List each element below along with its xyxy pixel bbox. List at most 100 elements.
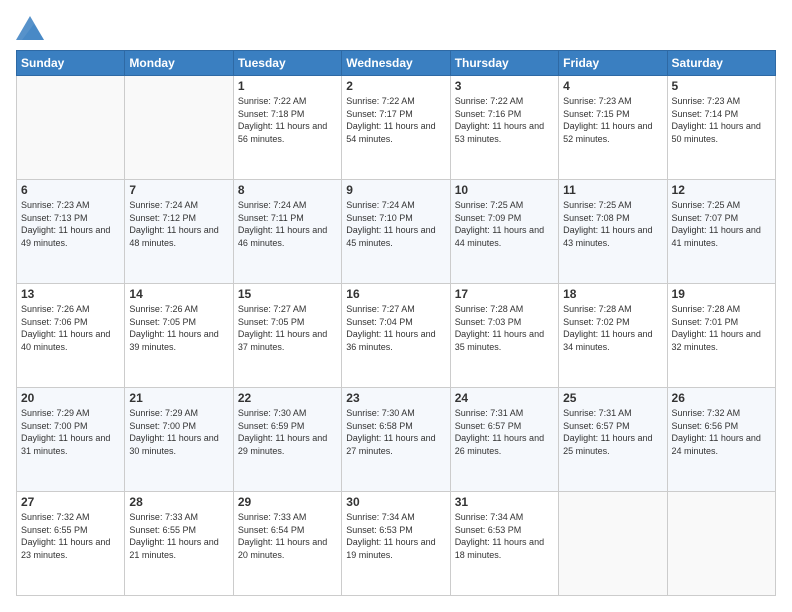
calendar-cell: 26 Sunrise: 7:32 AMSunset: 6:56 PMDayligh… [667,388,775,492]
calendar-cell: 23Sunrise: 7:30 AMSunset: 6:58 PMDayligh… [342,388,450,492]
calendar-week-row: 13 Sunrise: 7:26 AMSunset: 7:06 PMDayligh… [17,284,776,388]
calendar-cell: 29 Sunrise: 7:33 AMSunset: 6:54 PMDayligh… [233,492,341,596]
calendar-cell: 28Sunrise: 7:33 AMSunset: 6:55 PMDayligh… [125,492,233,596]
day-info: Sunrise: 7:30 AMSunset: 6:59 PMDaylight:… [238,407,337,457]
day-info: Sunrise: 7:27 AMSunset: 7:05 PMDaylight:… [238,303,337,353]
calendar-table: SundayMondayTuesdayWednesdayThursdayFrid… [16,50,776,596]
day-info: Sunrise: 7:24 AMSunset: 7:11 PMDaylight:… [238,199,337,249]
day-info: Sunrise: 7:24 AMSunset: 7:10 PMDaylight:… [346,199,445,249]
calendar-cell: 11 Sunrise: 7:25 AMSunset: 7:08 PMDayligh… [559,180,667,284]
day-info: Sunrise: 7:28 AMSunset: 7:03 PMDaylight:… [455,303,554,353]
calendar-cell: 5Sunrise: 7:23 AMSunset: 7:14 PMDaylight… [667,76,775,180]
day-number: 18 [563,287,662,301]
calendar-cell: 9 Sunrise: 7:24 AMSunset: 7:10 PMDaylight… [342,180,450,284]
day-number: 23 [346,391,445,405]
day-number: 29 [238,495,337,509]
day-info: Sunrise: 7:34 AMSunset: 6:53 PMDaylight:… [346,511,445,561]
day-info: Sunrise: 7:23 AMSunset: 7:15 PMDaylight:… [563,95,662,145]
weekday-header-sunday: Sunday [17,51,125,76]
day-info: Sunrise: 7:28 AMSunset: 7:02 PMDaylight:… [563,303,662,353]
day-info: Sunrise: 7:27 AMSunset: 7:04 PMDaylight:… [346,303,445,353]
day-number: 5 [672,79,771,93]
day-info: Sunrise: 7:26 AMSunset: 7:06 PMDaylight:… [21,303,120,353]
day-number: 21 [129,391,228,405]
day-number: 13 [21,287,120,301]
logo-icon [16,16,44,40]
day-info: Sunrise: 7:25 AMSunset: 7:09 PMDaylight:… [455,199,554,249]
calendar-cell: 13 Sunrise: 7:26 AMSunset: 7:06 PMDayligh… [17,284,125,388]
day-info: Sunrise: 7:25 AMSunset: 7:08 PMDaylight:… [563,199,662,249]
calendar-cell: 21Sunrise: 7:29 AMSunset: 7:00 PMDayligh… [125,388,233,492]
day-number: 12 [672,183,771,197]
day-number: 1 [238,79,337,93]
calendar-cell: 25Sunrise: 7:31 AMSunset: 6:57 PMDayligh… [559,388,667,492]
day-number: 19 [672,287,771,301]
day-number: 11 [563,183,662,197]
calendar-cell: 22 Sunrise: 7:30 AMSunset: 6:59 PMDayligh… [233,388,341,492]
calendar-cell [667,492,775,596]
day-number: 26 [672,391,771,405]
day-number: 16 [346,287,445,301]
day-number: 2 [346,79,445,93]
day-number: 8 [238,183,337,197]
day-number: 6 [21,183,120,197]
day-info: Sunrise: 7:28 AMSunset: 7:01 PMDaylight:… [672,303,771,353]
day-number: 9 [346,183,445,197]
calendar-cell: 30Sunrise: 7:34 AMSunset: 6:53 PMDayligh… [342,492,450,596]
day-number: 25 [563,391,662,405]
day-info: Sunrise: 7:34 AMSunset: 6:53 PMDaylight:… [455,511,554,561]
day-info: Sunrise: 7:33 AMSunset: 6:54 PMDaylight:… [238,511,337,561]
day-number: 22 [238,391,337,405]
logo [16,16,48,40]
day-info: Sunrise: 7:22 AMSunset: 7:16 PMDaylight:… [455,95,554,145]
day-number: 17 [455,287,554,301]
calendar-cell: 12 Sunrise: 7:25 AMSunset: 7:07 PMDayligh… [667,180,775,284]
calendar-cell: 2 Sunrise: 7:22 AMSunset: 7:17 PMDaylight… [342,76,450,180]
weekday-header-friday: Friday [559,51,667,76]
calendar-cell: 24Sunrise: 7:31 AMSunset: 6:57 PMDayligh… [450,388,558,492]
day-info: Sunrise: 7:24 AMSunset: 7:12 PMDaylight:… [129,199,228,249]
calendar-week-row: 1 Sunrise: 7:22 AMSunset: 7:18 PMDaylight… [17,76,776,180]
day-info: Sunrise: 7:22 AMSunset: 7:17 PMDaylight:… [346,95,445,145]
calendar-cell: 20 Sunrise: 7:29 AMSunset: 7:00 PMDayligh… [17,388,125,492]
weekday-header-saturday: Saturday [667,51,775,76]
calendar-cell: 19 Sunrise: 7:28 AMSunset: 7:01 PMDayligh… [667,284,775,388]
calendar-cell: 8 Sunrise: 7:24 AMSunset: 7:11 PMDaylight… [233,180,341,284]
weekday-header-wednesday: Wednesday [342,51,450,76]
calendar-cell: 16 Sunrise: 7:27 AMSunset: 7:04 PMDayligh… [342,284,450,388]
calendar-cell: 4 Sunrise: 7:23 AMSunset: 7:15 PMDaylight… [559,76,667,180]
day-info: Sunrise: 7:29 AMSunset: 7:00 PMDaylight:… [21,407,120,457]
day-info: Sunrise: 7:32 AMSunset: 6:55 PMDaylight:… [21,511,120,561]
calendar-cell: 14Sunrise: 7:26 AMSunset: 7:05 PMDayligh… [125,284,233,388]
header [16,16,776,40]
calendar-cell [559,492,667,596]
calendar-cell: 7 Sunrise: 7:24 AMSunset: 7:12 PMDaylight… [125,180,233,284]
calendar-cell: 10 Sunrise: 7:25 AMSunset: 7:09 PMDayligh… [450,180,558,284]
calendar-cell: 27 Sunrise: 7:32 AMSunset: 6:55 PMDayligh… [17,492,125,596]
weekday-header-row: SundayMondayTuesdayWednesdayThursdayFrid… [17,51,776,76]
day-info: Sunrise: 7:25 AMSunset: 7:07 PMDaylight:… [672,199,771,249]
calendar-cell: 17 Sunrise: 7:28 AMSunset: 7:03 PMDayligh… [450,284,558,388]
day-number: 4 [563,79,662,93]
day-number: 20 [21,391,120,405]
calendar-week-row: 20 Sunrise: 7:29 AMSunset: 7:00 PMDayligh… [17,388,776,492]
day-info: Sunrise: 7:26 AMSunset: 7:05 PMDaylight:… [129,303,228,353]
calendar-week-row: 6 Sunrise: 7:23 AMSunset: 7:13 PMDaylight… [17,180,776,284]
day-info: Sunrise: 7:23 AMSunset: 7:13 PMDaylight:… [21,199,120,249]
weekday-header-tuesday: Tuesday [233,51,341,76]
day-number: 31 [455,495,554,509]
calendar-cell: 6 Sunrise: 7:23 AMSunset: 7:13 PMDaylight… [17,180,125,284]
day-number: 10 [455,183,554,197]
day-info: Sunrise: 7:33 AMSunset: 6:55 PMDaylight:… [129,511,228,561]
day-number: 24 [455,391,554,405]
calendar-cell [17,76,125,180]
day-number: 27 [21,495,120,509]
day-number: 15 [238,287,337,301]
weekday-header-thursday: Thursday [450,51,558,76]
weekday-header-monday: Monday [125,51,233,76]
calendar-cell [125,76,233,180]
day-number: 7 [129,183,228,197]
calendar-cell: 15 Sunrise: 7:27 AMSunset: 7:05 PMDayligh… [233,284,341,388]
day-info: Sunrise: 7:32 AMSunset: 6:56 PMDaylight:… [672,407,771,457]
day-info: Sunrise: 7:22 AMSunset: 7:18 PMDaylight:… [238,95,337,145]
